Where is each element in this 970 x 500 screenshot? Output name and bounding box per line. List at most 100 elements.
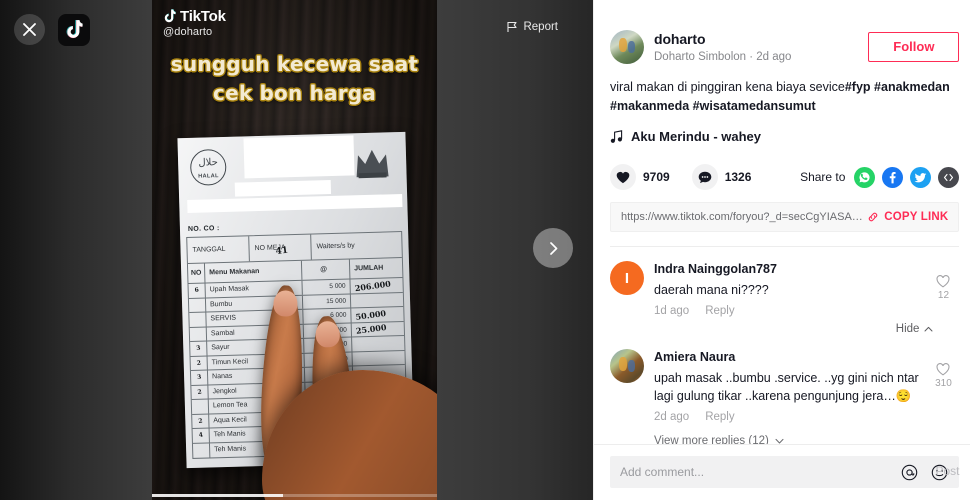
- like-count: 9709: [643, 170, 670, 184]
- share-link-url[interactable]: https://www.tiktok.com/foryou?_d=secCgYI…: [621, 211, 867, 223]
- comment-body: Indra Nainggolan787 daerah mana ni???? 1…: [654, 261, 927, 317]
- comment-footer: 2d ago Reply: [654, 411, 927, 423]
- hide-label: Hide: [895, 323, 920, 335]
- receipt-cell-no: [189, 327, 208, 341]
- music-row[interactable]: Aku Merindu - wahey: [610, 129, 959, 144]
- video-progress-fill: [152, 494, 284, 497]
- link-icon: [869, 212, 878, 222]
- col-no: NO: [187, 263, 206, 283]
- post-info-section: doharto Doharto Simbolon · 2d ago Follow…: [594, 0, 970, 144]
- receipt-cell-no: 3: [190, 341, 208, 356]
- reply-button[interactable]: Reply: [705, 411, 734, 423]
- chevron-right-icon: [549, 241, 557, 255]
- receipt-cell-no: [192, 442, 211, 458]
- receipt-cell-no: [188, 298, 207, 312]
- embed-icon[interactable]: [938, 166, 960, 188]
- comment-like-button[interactable]: 310: [927, 349, 959, 423]
- share-section: Share to: [800, 166, 960, 188]
- redaction-block: [243, 135, 355, 179]
- receipt-cell-no: 2: [191, 384, 209, 399]
- receipt-header: حلال HALAL: [177, 132, 407, 226]
- fingernail: [272, 289, 298, 317]
- receipt-field-nomeja-value: 41: [275, 245, 289, 258]
- halal-arabic: حلال: [198, 157, 218, 169]
- col-jumlah: JUMLAH: [354, 264, 384, 273]
- flag-icon: [507, 21, 518, 32]
- heart-outline-icon: [936, 275, 950, 288]
- tiktok-logo-icon: [164, 9, 176, 23]
- video-progress-bar[interactable]: [152, 494, 437, 497]
- commenter-name[interactable]: Amiera Naura: [654, 349, 927, 365]
- post-comment-button[interactable]: Post: [935, 464, 959, 478]
- share-link-row: https://www.tiktok.com/foryou?_d=secCgYI…: [610, 202, 960, 232]
- follow-button[interactable]: Follow: [868, 32, 960, 62]
- comment-footer: 1d ago Reply: [654, 305, 927, 317]
- at-icon: [901, 464, 918, 480]
- tiktok-app-logo[interactable]: [58, 14, 90, 46]
- receipt-field-tanggal: TANGGAL: [187, 236, 250, 264]
- copy-link-label: COPY LINK: [884, 211, 949, 223]
- commenter-avatar[interactable]: [610, 349, 644, 383]
- chevron-up-icon: [924, 326, 933, 332]
- crown-logo: [356, 149, 389, 179]
- tiktok-video-page: حلال HALAL NO. CO : TANGGAL NO MEJA 41 W…: [0, 0, 970, 500]
- music-title: Aku Merindu - wahey: [631, 129, 762, 144]
- receipt-field-waiter: Waiters/s by: [316, 242, 355, 251]
- halal-label: HALAL: [198, 173, 219, 180]
- close-button[interactable]: [14, 14, 45, 45]
- receipt-cell-total: [352, 350, 404, 365]
- hide-button[interactable]: Hide: [896, 323, 934, 335]
- author-subtitle: Doharto Simbolon · 2d ago: [654, 51, 792, 63]
- receipt-cell-total: [351, 293, 403, 308]
- comment-item: Amiera Naura upah masak ..bumbu .service…: [610, 349, 959, 423]
- avatar-detail: [619, 38, 627, 52]
- hide-replies-row: Hide: [610, 323, 959, 335]
- receipt-cell-no: 2: [190, 355, 208, 370]
- receipt-cell-no: 4: [192, 428, 210, 443]
- comment-stat[interactable]: 1326: [691, 164, 752, 190]
- video-author-handle: @doharto: [163, 26, 213, 38]
- like-stat[interactable]: 9709: [610, 164, 670, 190]
- whatsapp-icon[interactable]: [854, 166, 876, 188]
- commenter-name[interactable]: Indra Nainggolan787: [654, 261, 927, 277]
- comment-like-count: 12: [937, 290, 950, 301]
- comment-like-count: 310: [935, 378, 952, 389]
- author-row: doharto Doharto Simbolon · 2d ago Follow: [610, 30, 960, 64]
- receipt-cell-total: 50.000: [354, 307, 387, 322]
- comment-timestamp: 2d ago: [654, 411, 690, 423]
- video-pane: حلال HALAL NO. CO : TANGGAL NO MEJA 41 W…: [0, 0, 593, 500]
- report-label: Report: [523, 21, 558, 33]
- next-video-button[interactable]: [533, 228, 573, 268]
- view-more-replies-button[interactable]: View more replies (12): [654, 435, 959, 444]
- video-frame[interactable]: حلال HALAL NO. CO : TANGGAL NO MEJA 41 W…: [152, 0, 437, 500]
- heart-icon: [616, 171, 630, 183]
- comment-input[interactable]: [620, 465, 890, 479]
- col-menu: Menu Makanan: [204, 260, 303, 283]
- comment-like-button[interactable]: 12: [927, 261, 959, 317]
- comment-input-bar: [610, 456, 960, 488]
- facebook-icon[interactable]: [882, 166, 904, 188]
- twitter-icon[interactable]: [910, 166, 932, 188]
- stats-row: 9709 1326 Share to: [594, 164, 970, 190]
- copy-link-button[interactable]: COPY LINK: [867, 211, 948, 223]
- comment-button[interactable]: [691, 164, 718, 190]
- mention-button[interactable]: [899, 462, 919, 482]
- author-avatar[interactable]: [610, 30, 644, 64]
- like-button[interactable]: [610, 164, 636, 190]
- receipt-cell-no: 6: [188, 283, 206, 298]
- comment-text: daerah mana ni????: [654, 283, 769, 297]
- comment-timestamp: 1d ago: [654, 305, 690, 317]
- close-icon: [23, 23, 36, 36]
- comment-icon: [698, 171, 712, 183]
- report-button[interactable]: Report: [507, 21, 558, 33]
- avatar-detail: [619, 357, 627, 371]
- receipt-cell-no: 2: [192, 413, 210, 428]
- receipt-cell-total: 206.000: [354, 278, 392, 293]
- comment-count: 1326: [724, 170, 752, 184]
- reply-button[interactable]: Reply: [705, 305, 734, 317]
- comment-item: I Indra Nainggolan787 daerah mana ni????…: [610, 261, 959, 317]
- author-username[interactable]: doharto: [654, 31, 868, 48]
- receipt-cell-price: 5 000: [302, 279, 351, 295]
- tiktok-note-icon: [66, 20, 83, 39]
- commenter-avatar[interactable]: I: [610, 261, 644, 295]
